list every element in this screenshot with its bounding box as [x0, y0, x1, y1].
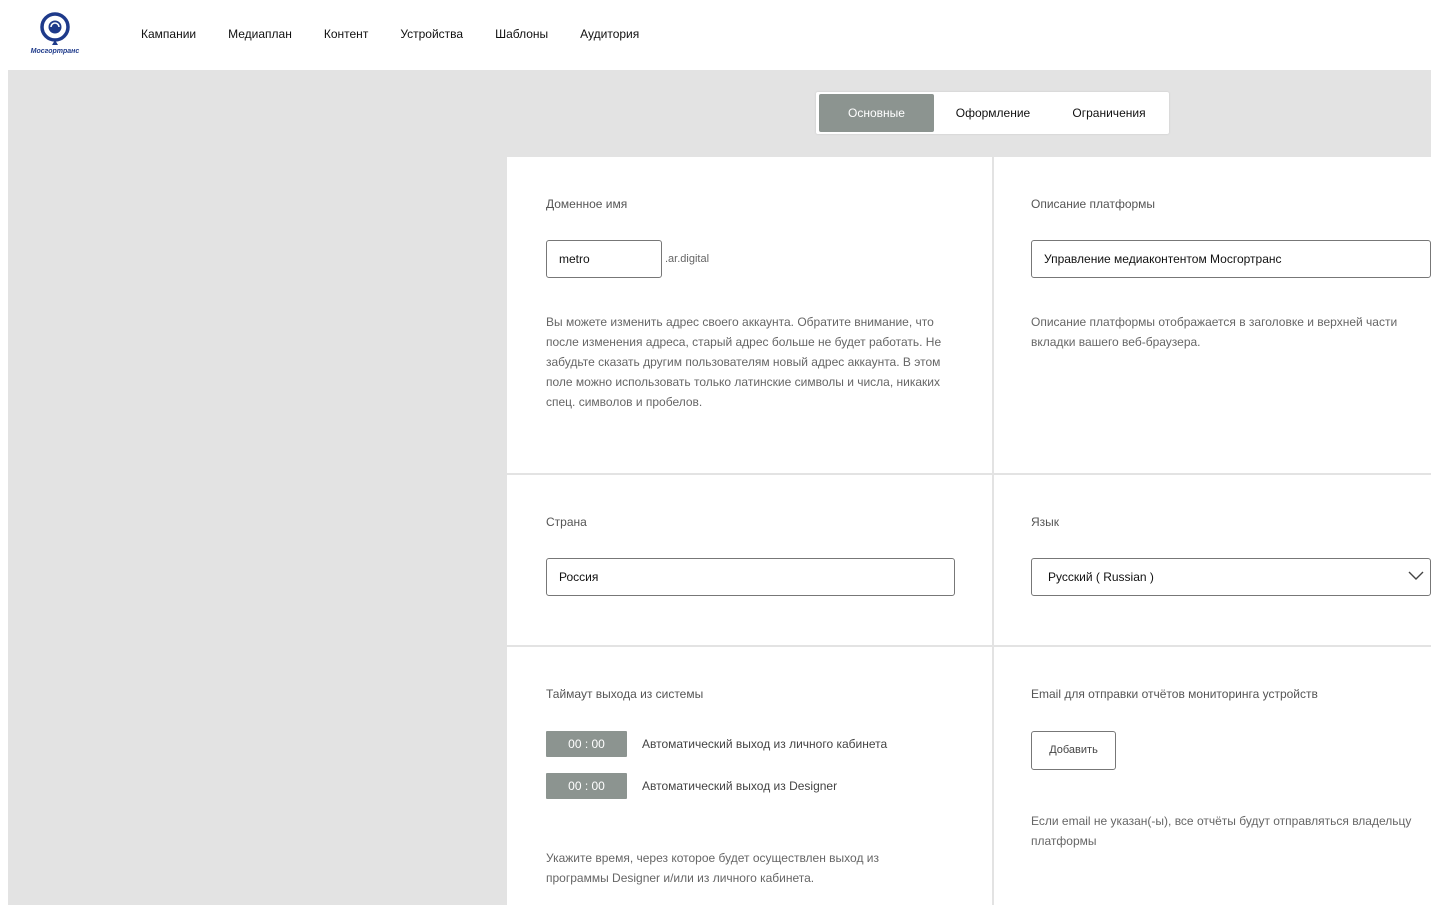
column-divider	[992, 157, 994, 905]
left-edge	[0, 70, 8, 905]
email-label: Email для отправки отчётов мониторинга у…	[1031, 687, 1318, 701]
domain-help: Вы можете изменить адрес своего аккаунта…	[546, 315, 942, 409]
domain-label: Доменное имя	[546, 197, 628, 211]
description-input[interactable]: Управление медиаконтентом Мосгортранс	[1031, 240, 1431, 278]
timeout-designer-time[interactable]: 00 : 00	[546, 773, 627, 799]
timeout-cabinet-label: Автоматический выход из личного кабинета	[642, 737, 888, 751]
nav-audience[interactable]: Аудитория	[580, 27, 639, 41]
timeout-help: Укажите время, через которое будет осуще…	[546, 851, 879, 885]
domain-suffix: .ar.digital	[665, 253, 710, 265]
timeout-label: Таймаут выхода из системы	[546, 687, 704, 701]
nav-devices[interactable]: Устройства	[400, 27, 463, 41]
nav-content[interactable]: Контент	[324, 27, 368, 41]
timeout-cabinet-time[interactable]: 00 : 00	[546, 731, 627, 757]
timeout-designer-label: Автоматический выход из Designer	[642, 779, 838, 793]
language-label: Язык	[1031, 515, 1060, 529]
description-label: Описание платформы	[1031, 197, 1156, 211]
tab-basic[interactable]: Основные	[819, 94, 934, 132]
chevron-down-icon[interactable]	[1408, 571, 1424, 581]
add-email-button[interactable]: Добавить	[1031, 731, 1116, 770]
mosgortrans-logo[interactable]: Мосгортранс	[30, 12, 80, 60]
row-divider	[507, 473, 1431, 475]
logo-icon	[40, 12, 70, 45]
country-input[interactable]: Россия	[546, 558, 955, 596]
description-help: Описание платформы отображается в заголо…	[1031, 315, 1398, 349]
settings-tabs: Основные Оформление Ограничения	[816, 92, 1169, 134]
main-nav: Кампании Медиаплан Контент Устройства Ша…	[141, 27, 671, 41]
row-divider	[507, 645, 1431, 647]
top-navigation-bar: Мосгортранс Кампании Медиаплан Контент У…	[0, 0, 1431, 70]
settings-panel: Доменное имя metro .ar.digital Вы можете…	[507, 157, 1431, 905]
country-label: Страна	[546, 515, 587, 529]
nav-templates[interactable]: Шаблоны	[495, 27, 548, 41]
tab-restrictions[interactable]: Ограничения	[1064, 92, 1154, 134]
domain-input[interactable]: metro	[546, 240, 662, 278]
email-help: Если email не указан(-ы), все отчёты буд…	[1031, 814, 1412, 848]
tab-design[interactable]: Оформление	[948, 92, 1038, 134]
logo-text: Мосгортранс	[30, 48, 80, 55]
nav-mediaplan[interactable]: Медиаплан	[228, 27, 292, 41]
language-select[interactable]: Русский ( Russian )	[1031, 558, 1431, 596]
nav-campaigns[interactable]: Кампании	[141, 27, 196, 41]
